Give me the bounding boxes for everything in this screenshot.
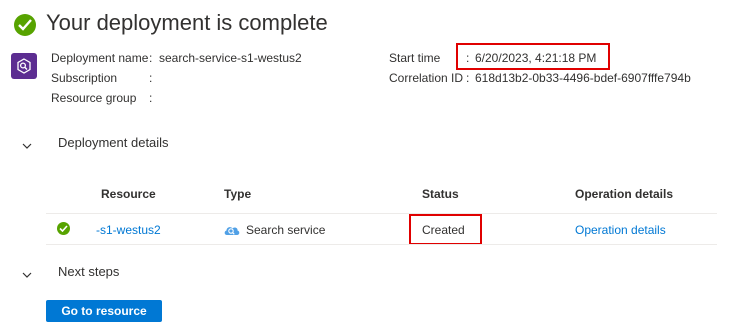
chevron-down-icon bbox=[22, 143, 32, 149]
colon: : bbox=[466, 71, 470, 85]
correlation-id-value: 618d13b2-0b33-4496-bdef-6907fffe794b bbox=[475, 71, 691, 85]
chevron-down-icon bbox=[22, 272, 32, 278]
status-value: Created bbox=[422, 223, 465, 237]
column-header-resource: Resource bbox=[101, 187, 156, 201]
subscription-label: Subscription bbox=[51, 71, 118, 85]
search-service-icon bbox=[11, 53, 37, 79]
column-header-status: Status bbox=[422, 187, 459, 201]
start-time-label: Start time bbox=[389, 51, 441, 65]
colon: : bbox=[149, 71, 153, 85]
resource-group-label: Resource group bbox=[51, 91, 137, 105]
page-title: Your deployment is complete bbox=[46, 10, 328, 35]
colon: : bbox=[149, 91, 153, 105]
go-to-resource-button[interactable]: Go to resource bbox=[46, 300, 162, 322]
column-header-type: Type bbox=[224, 187, 252, 201]
deployment-details-heading: Deployment details bbox=[58, 135, 169, 150]
resource-link[interactable]: -s1-westus2 bbox=[96, 223, 161, 237]
colon: : bbox=[149, 51, 153, 65]
deployment-details-toggle[interactable] bbox=[22, 138, 32, 156]
search-service-cloud-icon bbox=[223, 223, 241, 242]
next-steps-toggle[interactable] bbox=[22, 267, 32, 285]
column-header-operation-details: Operation details bbox=[575, 187, 674, 201]
start-time-value: 6/20/2023, 4:21:18 PM bbox=[475, 51, 597, 65]
operation-details-link[interactable]: Operation details bbox=[575, 223, 666, 237]
correlation-id-label: Correlation ID bbox=[389, 71, 464, 85]
table-divider bbox=[46, 244, 717, 245]
deployment-name-label: Deployment name bbox=[51, 51, 149, 65]
type-value: Search service bbox=[246, 223, 326, 237]
colon: : bbox=[466, 51, 470, 65]
table-divider bbox=[46, 213, 717, 214]
deployment-name-value: search-service-s1-westus2 bbox=[159, 51, 302, 65]
success-check-icon bbox=[57, 222, 70, 235]
next-steps-heading: Next steps bbox=[58, 264, 120, 279]
success-check-icon bbox=[14, 14, 36, 36]
